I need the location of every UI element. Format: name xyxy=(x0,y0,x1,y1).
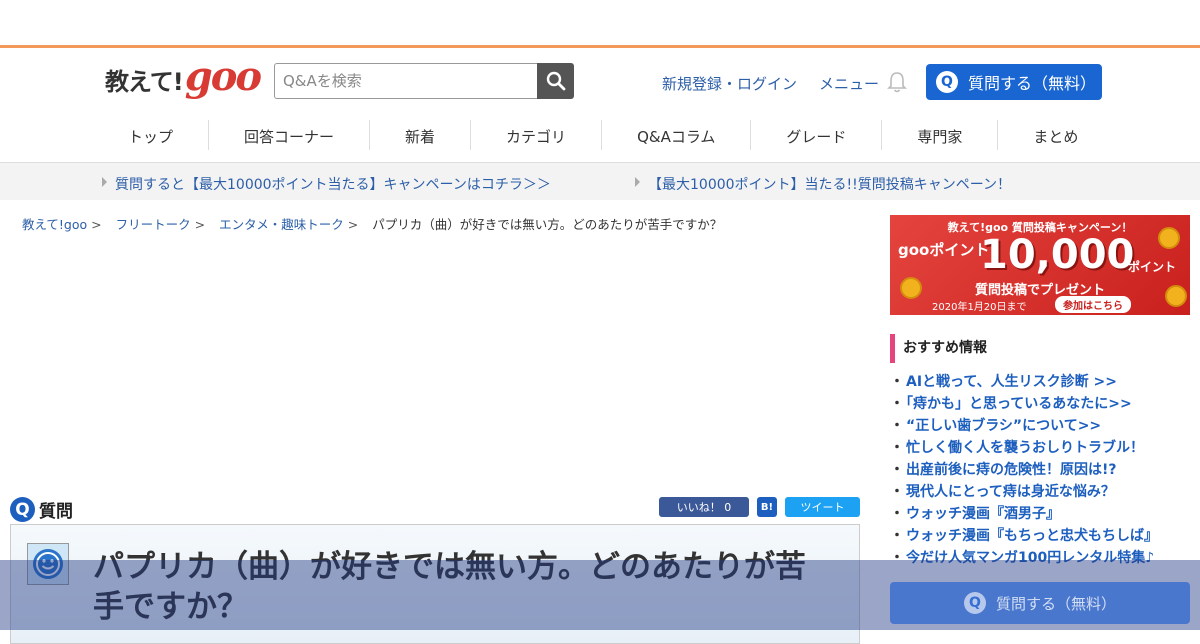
banner-amount: 10,000 xyxy=(980,232,1135,278)
menu-link[interactable]: メニュー xyxy=(819,73,879,94)
recommendation-item[interactable]: ・ウォッチ漫画『もちっと忠犬もちしば』 xyxy=(890,525,1190,547)
fixed-ask-question-label: 質問する（無料） xyxy=(995,594,1116,613)
ask-question-label: 質問する（無料） xyxy=(968,74,1097,93)
site-header: 教えて! goo 新規登録・ログイン メニュー Q 質問する（無料） xyxy=(0,48,1200,114)
breadcrumb: 教えて!goo > フリートーク > エンタメ・趣味トーク > パプリカ（曲）が好きで… xyxy=(22,217,723,232)
banner-points-brand: gooポイント xyxy=(898,241,990,259)
login-link[interactable]: 新規登録・ログイン xyxy=(662,73,797,94)
recommendation-item[interactable]: ・出産前後に痔の危険性！原因は!? xyxy=(890,459,1190,481)
campaign-bar: 質問すると【最大10000ポイント当たる】キャンペーンはコチラ＞＞ 【最大100… xyxy=(0,163,1200,200)
banner-cta: 参加はこちら xyxy=(1055,296,1131,313)
question-q-icon: Q xyxy=(963,592,986,614)
banner-unit: ポイント xyxy=(1128,260,1177,274)
nav-item-top[interactable]: トップ xyxy=(93,120,210,150)
campaign-link-right[interactable]: 【最大10000ポイント】当たる!!質問投稿キャンペーン！ xyxy=(634,174,1011,194)
site-logo[interactable]: 教えて! goo xyxy=(105,53,262,100)
breadcrumb-home[interactable]: 教えて!goo xyxy=(22,217,87,232)
breadcrumb-free-talk[interactable]: フリートーク xyxy=(116,217,191,232)
nav-item-answer-corner[interactable]: 回答コーナー xyxy=(209,120,371,150)
fixed-ask-question-button[interactable]: Q 質問する（無料） xyxy=(890,582,1190,624)
nav-item-category[interactable]: カテゴリ xyxy=(471,120,603,150)
recommendation-item[interactable]: ・「痔かも」と思っているあなたに>> xyxy=(890,393,1190,415)
nav-item-experts[interactable]: 専門家 xyxy=(882,120,999,150)
breadcrumb-entertainment[interactable]: エンタメ・趣味トーク xyxy=(219,217,344,232)
search-icon xyxy=(546,71,565,91)
recommendations-heading: おすすめ情報 xyxy=(890,334,1190,363)
search-input[interactable] xyxy=(274,63,537,99)
logo-text: 教えて! xyxy=(105,68,184,96)
recommendation-item[interactable]: ・忙しく働く人を襲うおしりトラブル！ xyxy=(890,437,1190,459)
recommendation-item[interactable]: ・現代人にとって痔は身近な悩み？ xyxy=(890,481,1190,503)
question-label: 質問 xyxy=(39,502,73,522)
breadcrumb-current: パプリカ（曲）が好きでは無い方。どのあたりが苦手ですか？ xyxy=(372,217,723,232)
recommendation-item[interactable]: ・ AIと戦って、人生リスク診断 >> xyxy=(890,371,1190,393)
recommendations: おすすめ情報 ・ AIと戦って、人生リスク診断 >> ・「痔かも」と思っているあな… xyxy=(890,334,1190,569)
top-ad-strip xyxy=(0,0,1200,48)
tweet-button[interactable]: ツイート xyxy=(785,497,860,517)
share-buttons: いいね！ 0 B! ツイート xyxy=(659,497,860,517)
main-nav: トップ 回答コーナー 新着 カテゴリ Q&Aコラム グレード 専門家 まとめ xyxy=(0,114,1200,163)
question-q-icon: Q xyxy=(936,71,958,93)
search-button[interactable] xyxy=(537,63,574,99)
search-bar xyxy=(274,63,574,99)
facebook-like-button[interactable]: いいね！ 0 xyxy=(659,497,749,517)
nav-item-summary[interactable]: まとめ xyxy=(998,120,1113,150)
nav-item-grade[interactable]: グレード xyxy=(751,120,883,150)
nav-item-qa-column[interactable]: Q&Aコラム xyxy=(602,120,752,150)
campaign-banner[interactable]: 教えて!goo 質問投稿キャンペーン！ gooポイント 10,000 ポイント … xyxy=(890,215,1190,315)
recommendation-item[interactable]: ・ “正しい歯ブラシ”について>> xyxy=(890,415,1190,437)
question-q-icon: Q xyxy=(10,497,35,522)
notification-bell-icon[interactable] xyxy=(886,70,908,98)
recommendation-item[interactable]: ・ウォッチ漫画『酒男子』 xyxy=(890,503,1190,525)
banner-subtitle: 質問投稿でプレゼント xyxy=(974,283,1105,298)
nav-item-new[interactable]: 新着 xyxy=(370,120,472,150)
question-header: Q 質問 xyxy=(10,497,73,522)
ask-question-button[interactable]: Q 質問する（無料） xyxy=(926,64,1102,100)
campaign-link-left[interactable]: 質問すると【最大10000ポイント当たる】キャンペーンはコチラ＞＞ xyxy=(102,174,551,194)
header-links: 新規登録・ログイン メニュー xyxy=(662,73,879,94)
banner-deadline: 2020年1月20日まで xyxy=(932,302,1027,313)
hatena-bookmark-button[interactable]: B! xyxy=(757,497,777,517)
logo-brand: goo xyxy=(184,53,262,100)
